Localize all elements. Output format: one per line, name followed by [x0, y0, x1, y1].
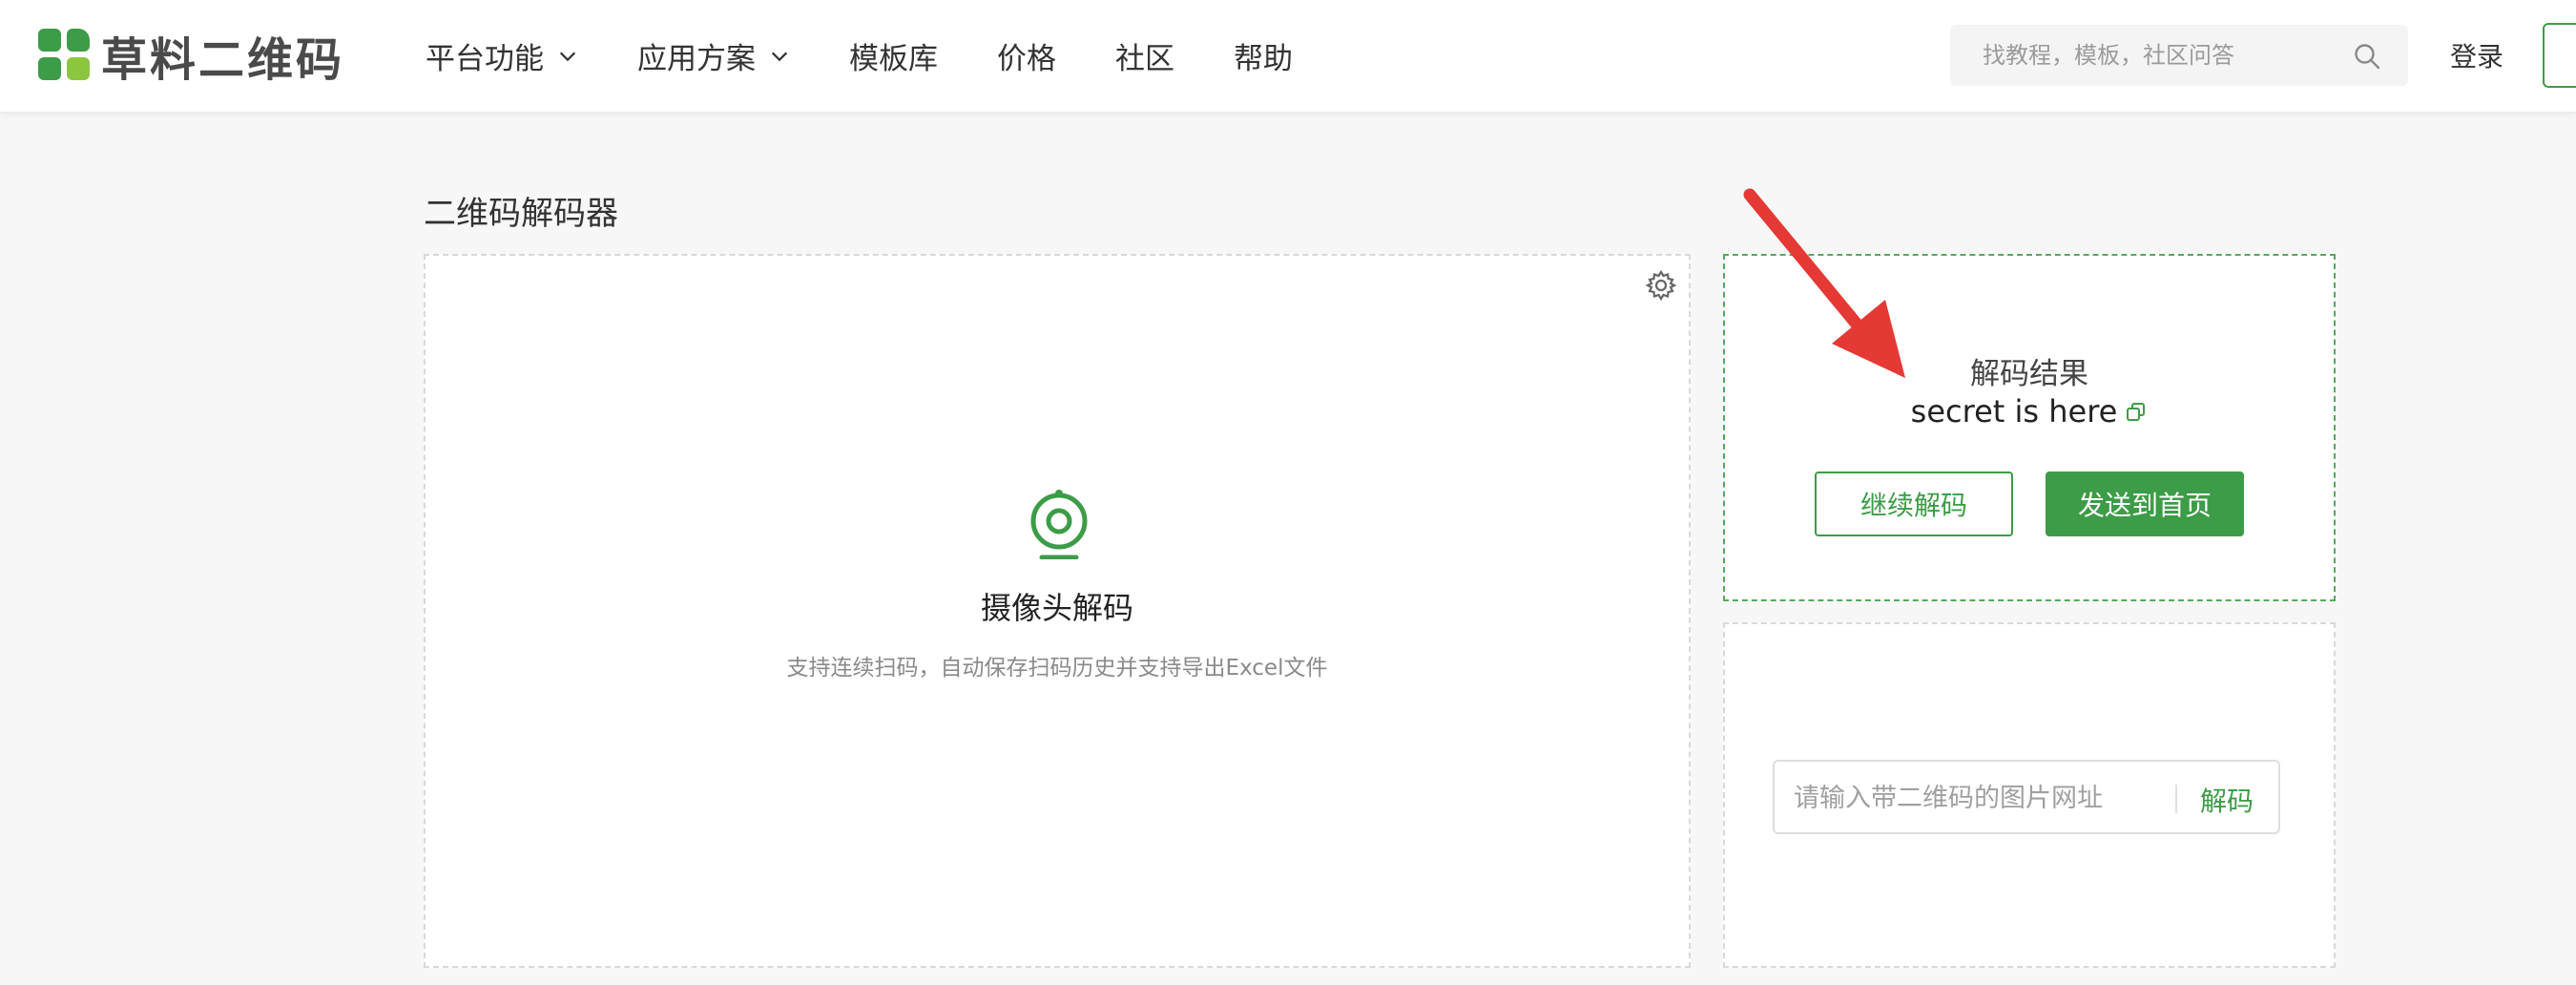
camera-decode-title: 摄像头解码 — [980, 590, 1133, 626]
register-button[interactable] — [2543, 23, 2576, 88]
search-box — [1950, 25, 2408, 86]
result-label: 解码结果 — [1970, 357, 2088, 391]
nav-item-solutions[interactable]: 应用方案 — [637, 34, 790, 77]
url-decode-button[interactable]: 解码 — [2200, 781, 2254, 819]
nav-item-pricing[interactable]: 价格 — [997, 34, 1056, 77]
nav-item-platform-features[interactable]: 平台功能 — [426, 34, 578, 77]
nav-item-label: 社区 — [1115, 42, 1174, 76]
logo[interactable]: 草料二维码 — [38, 27, 344, 87]
result-value-row: secret is here — [1725, 393, 2334, 430]
search-icon[interactable] — [2353, 42, 2381, 71]
logo-icon — [38, 29, 92, 82]
camera-decode-panel[interactable]: 摄像头解码 支持连续扫码，自动保存扫码历史并支持导出Excel文件 — [424, 254, 1691, 968]
nav-item-community[interactable]: 社区 — [1115, 34, 1174, 77]
nav-item-help[interactable]: 帮助 — [1234, 34, 1293, 77]
continue-decode-button[interactable]: 继续解码 — [1815, 472, 2013, 536]
logo-text: 草料二维码 — [101, 33, 345, 87]
divider — [2175, 785, 2177, 813]
camera-decode-subtitle: 支持连续扫码，自动保存扫码历史并支持导出Excel文件 — [786, 656, 1328, 681]
nav-item-label: 应用方案 — [637, 42, 756, 76]
nav-item-label: 帮助 — [1234, 42, 1293, 76]
page-title: 二维码解码器 — [424, 195, 618, 233]
top-navigation-bar: 草料二维码 平台功能 应用方案 模板库 价格 社区 帮助 登录 — [0, 0, 2576, 113]
webcam-icon — [1030, 490, 1088, 559]
gear-icon[interactable] — [1645, 269, 1677, 302]
image-url-input[interactable] — [1792, 777, 2177, 819]
chevron-down-icon — [771, 52, 788, 61]
login-link[interactable]: 登录 — [2450, 36, 2503, 74]
main-nav: 平台功能 应用方案 模板库 价格 社区 帮助 — [426, 0, 1352, 112]
nav-item-label: 平台功能 — [426, 42, 544, 76]
copy-icon[interactable] — [2125, 401, 2148, 424]
result-value: secret is here — [1910, 393, 2118, 430]
url-input-group: 解码 — [1773, 760, 2280, 834]
decode-result-panel: 解码结果 secret is here 继续解码 发送到首页 — [1723, 254, 2336, 601]
nav-item-templates[interactable]: 模板库 — [849, 34, 938, 77]
send-to-home-button[interactable]: 发送到首页 — [2046, 472, 2244, 536]
nav-item-label: 价格 — [997, 42, 1056, 76]
url-decode-panel: 解码 — [1723, 622, 2336, 968]
nav-item-label: 模板库 — [849, 42, 938, 76]
search-input[interactable] — [1981, 41, 2366, 70]
chevron-down-icon — [559, 52, 576, 61]
